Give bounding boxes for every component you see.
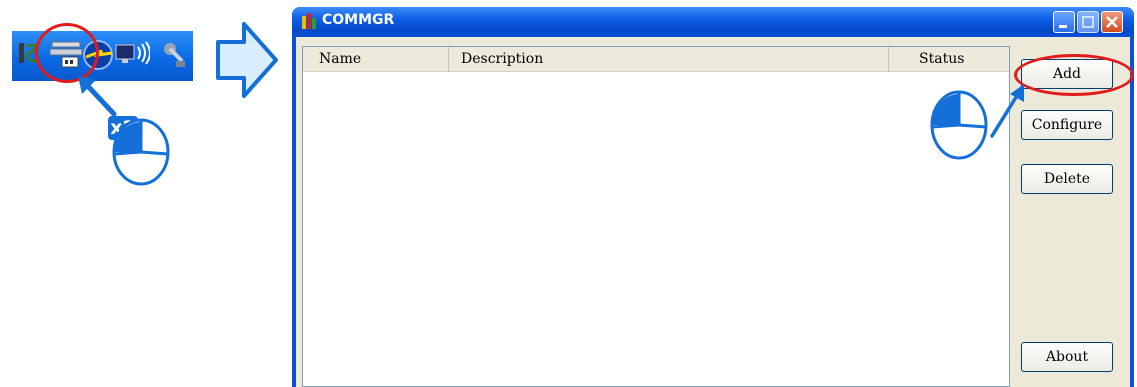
connection-list[interactable]: Name Description Status xyxy=(302,46,1010,387)
column-header-description[interactable]: Description xyxy=(449,47,889,71)
window-title: COMMGR xyxy=(322,12,395,28)
maximize-icon xyxy=(1082,16,1094,28)
satellite-icon[interactable] xyxy=(160,39,188,71)
delete-button[interactable]: Delete xyxy=(1021,164,1113,194)
about-button[interactable]: About xyxy=(1021,342,1113,372)
minimize-button[interactable] xyxy=(1053,11,1075,33)
network-icon[interactable] xyxy=(114,39,150,71)
pointer-arrow-icon xyxy=(990,84,1024,138)
left-click-mouse-icon xyxy=(112,118,170,186)
title-bar[interactable]: COMMGR xyxy=(292,7,1134,37)
configure-button[interactable]: Configure xyxy=(1021,110,1113,140)
add-highlight-circle xyxy=(1014,54,1134,96)
pointer-arrow-icon xyxy=(78,76,117,117)
commgr-app-icon xyxy=(302,13,316,29)
commgr-window: COMMGR Name Description Status Add Confi… xyxy=(292,7,1134,387)
column-header-status[interactable]: Status xyxy=(889,47,1009,71)
left-click-mouse-icon xyxy=(930,90,988,160)
minimize-icon xyxy=(1059,25,1067,28)
close-icon xyxy=(1106,16,1118,28)
list-header: Name Description Status xyxy=(303,47,1009,72)
flow-arrow-icon xyxy=(216,22,278,98)
column-header-name[interactable]: Name xyxy=(303,47,449,71)
maximize-button[interactable] xyxy=(1077,11,1099,33)
close-button[interactable] xyxy=(1101,11,1123,33)
